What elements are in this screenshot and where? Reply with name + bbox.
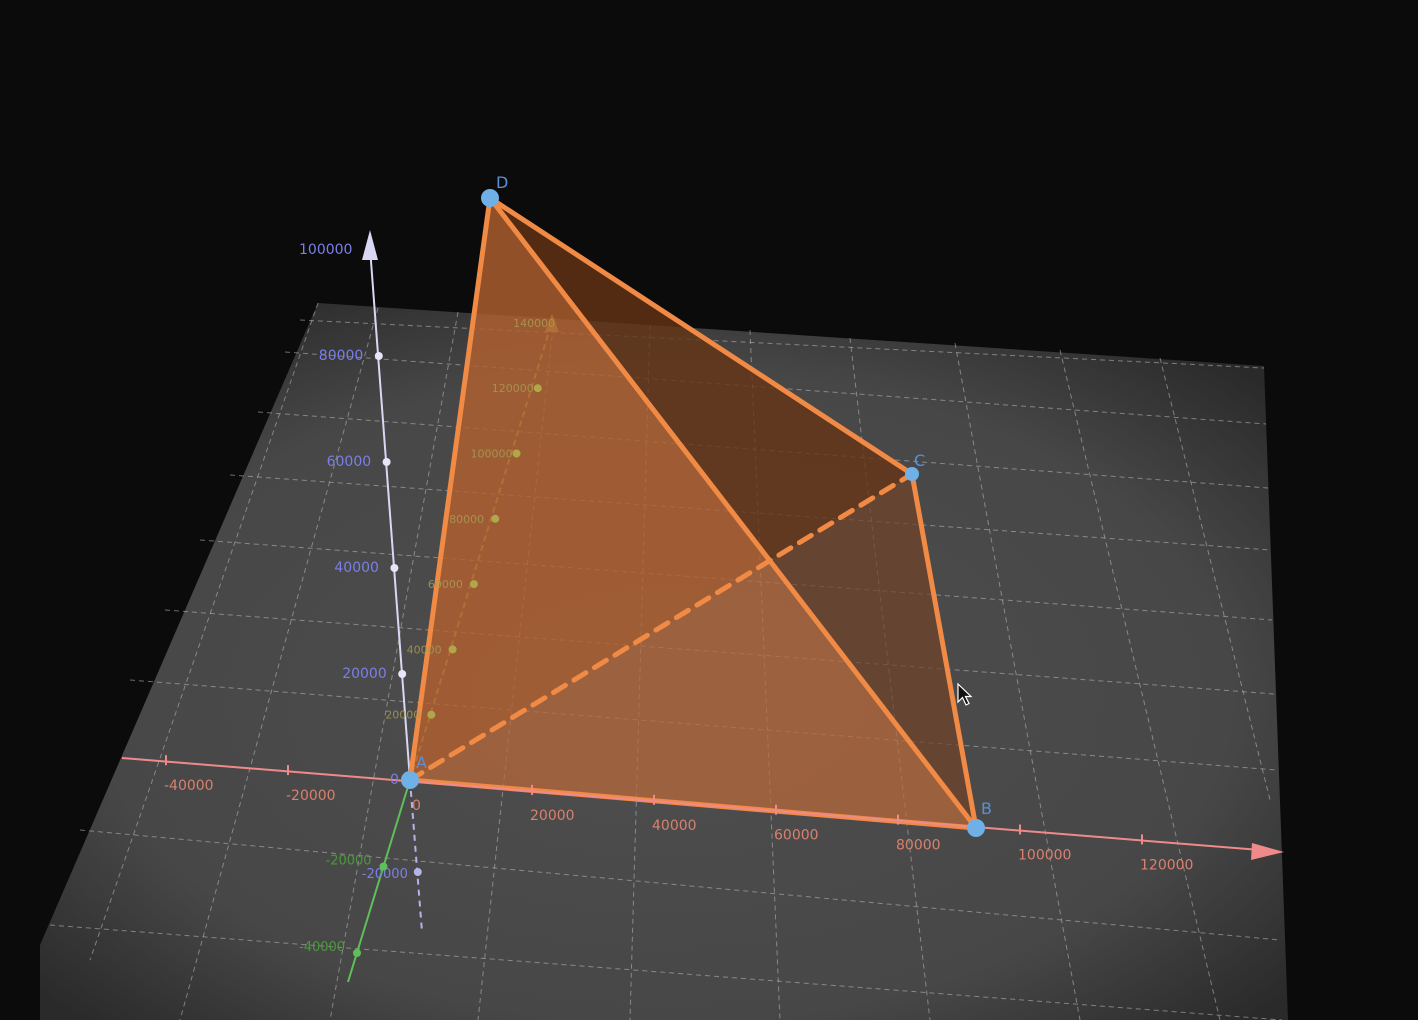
x-axis-tick-label: 80000 [896,838,941,854]
y-axis-tick-label: -40000 [299,940,345,955]
z-axis-tick [398,670,407,678]
y-axis-tick-label: -20000 [326,854,372,869]
y-axis-tick [427,710,436,719]
x-axis-tick-label: 60000 [774,828,819,844]
point-a [401,771,419,789]
x-axis-tick-label: -40000 [164,778,214,794]
tetrahedron[interactable] [407,195,979,831]
x-axis-tick-label: -20000 [286,788,336,804]
y-axis-tick-label: 140000 [513,317,555,330]
label-c: C [914,451,925,470]
y-axis-tick-label: 120000 [492,382,534,395]
z-axis-tick-label: 40000 [334,560,379,576]
z-axis-tick-label: 80000 [319,348,364,364]
label-d: D [496,173,508,192]
z-axis-tick [382,458,391,466]
y-axis-tick-label: 60000 [428,578,463,591]
z-axis-tick-label: 60000 [327,454,372,470]
y-axis-tick-label: 80000 [449,513,484,526]
y-axis-tick [448,645,457,654]
z-axis-tick-label: 100000 [299,242,352,258]
label-a: A [416,753,427,772]
y-axis-tick-label: 20000 [385,709,420,722]
y-axis-tick [491,514,500,523]
y-axis-tick [469,580,478,589]
z-axis-tick-label: 0 [390,772,399,788]
graphics-3d-view[interactable]: -40000 -20000 0 20000 40000 60000 80000 100000 1… [0,0,1418,1020]
y-axis-tick [512,449,521,458]
x-axis-tick-label: 0 [412,798,421,814]
x-axis-tick-label: 40000 [652,818,697,834]
label-b: B [981,799,992,818]
z-axis-arrow [362,230,378,260]
z-axis-tick [374,352,383,360]
y-axis-tick-label: 40000 [407,643,442,656]
z-axis-tick-label: 20000 [342,666,387,682]
x-axis-tick-label: 120000 [1140,857,1193,873]
y-axis-tick [353,949,361,957]
x-axis-tick-label: 20000 [530,808,575,824]
z-axis-tick [413,868,422,876]
y-axis-tick [379,862,388,871]
y-axis-tick [533,384,542,393]
x-axis-tick-label: 100000 [1018,848,1071,864]
point-b [967,819,985,837]
y-axis-tick-label: 100000 [471,448,513,461]
z-axis-tick [390,564,399,572]
